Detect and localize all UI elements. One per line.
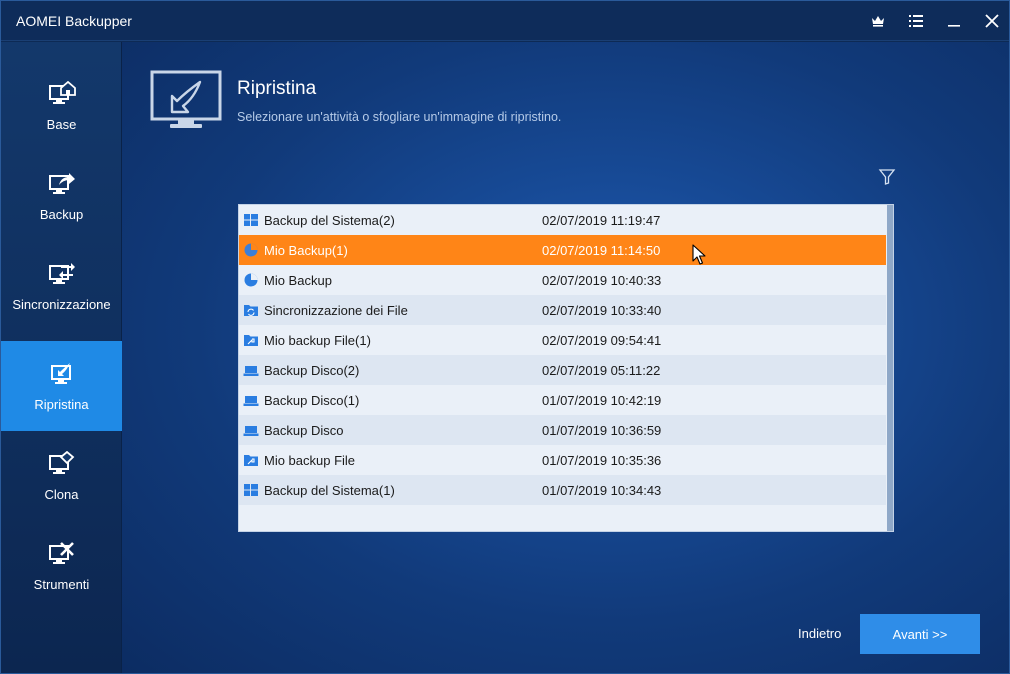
backup-task-list[interactable]: Backup del Sistema(2) 02/07/2019 11:19:47… xyxy=(238,204,894,532)
list-scrollbar[interactable] xyxy=(887,205,893,531)
backup-name: Backup Disco xyxy=(264,422,344,438)
tools-monitor-icon xyxy=(48,541,74,564)
table-row[interactable]: Mio Backup 02/07/2019 10:40:33 xyxy=(239,265,886,295)
sidebar-item-tools[interactable]: Strumenti xyxy=(1,521,122,611)
sync-monitor-icon xyxy=(48,262,75,284)
backup-name: Sincronizzazione dei File xyxy=(264,302,408,318)
table-row[interactable]: Backup del Sistema(1) 01/07/2019 10:34:43 xyxy=(239,475,886,505)
sidebar: Base Backup Sincronizzazione Ripristina … xyxy=(1,42,122,673)
disk-icon xyxy=(243,396,259,406)
sidebar-item-backup[interactable]: Backup xyxy=(1,151,122,241)
filter-icon[interactable] xyxy=(878,167,896,187)
backup-name: Mio Backup(1) xyxy=(264,242,348,258)
windows-icon xyxy=(244,484,258,496)
backup-date: 02/07/2019 11:14:50 xyxy=(542,242,661,258)
restore-monitor-icon xyxy=(50,362,71,384)
table-row[interactable]: Mio Backup(1) 02/07/2019 11:14:50 xyxy=(239,235,886,265)
sidebar-item-label: Ripristina xyxy=(34,396,89,412)
backup-date: 01/07/2019 10:35:36 xyxy=(542,452,662,468)
sidebar-item-sync[interactable]: Sincronizzazione xyxy=(1,241,122,331)
disk-icon xyxy=(243,366,259,376)
partition-backup-icon xyxy=(244,243,258,257)
title-bar: AOMEI Backupper xyxy=(1,1,1009,41)
table-row[interactable]: Backup del Sistema(2) 02/07/2019 11:19:47 xyxy=(239,205,886,235)
table-row[interactable]: Mio backup File 01/07/2019 10:35:36 xyxy=(239,445,886,475)
sidebar-item-base[interactable]: Base xyxy=(1,61,122,151)
backup-monitor-icon xyxy=(48,172,75,194)
sidebar-item-label: Base xyxy=(46,116,77,132)
backup-name: Backup del Sistema(2) xyxy=(264,212,395,228)
minimize-icon[interactable] xyxy=(941,9,967,33)
restore-header-icon xyxy=(150,70,222,128)
backup-date: 02/07/2019 11:19:47 xyxy=(542,212,661,228)
sidebar-item-label: Sincronizzazione xyxy=(12,296,111,312)
sidebar-item-label: Backup xyxy=(39,206,84,222)
app-window: AOMEI Backupper Base Backup Sincronizzaz… xyxy=(0,0,1010,674)
menu-icon[interactable] xyxy=(903,9,929,33)
page-subtitle: Selezionare un'attività o sfogliare un'i… xyxy=(237,110,562,124)
file-backup-folder-icon xyxy=(244,455,258,466)
backup-date: 02/07/2019 09:54:41 xyxy=(542,332,662,348)
sidebar-item-clone[interactable]: Clona xyxy=(1,431,122,521)
backup-name: Backup Disco(2) xyxy=(264,362,360,378)
page-title: Ripristina xyxy=(237,78,317,99)
backup-name: Backup del Sistema(1) xyxy=(264,482,395,498)
sidebar-item-restore[interactable]: Ripristina xyxy=(1,341,122,431)
backup-name: Mio backup File xyxy=(264,452,356,468)
table-row[interactable]: Mio backup File(1) 02/07/2019 09:54:41 xyxy=(239,325,886,355)
backup-name: Backup Disco(1) xyxy=(264,392,360,408)
partition-backup-icon xyxy=(244,273,258,287)
backup-date: 02/07/2019 10:40:33 xyxy=(542,272,662,288)
table-row[interactable]: Backup Disco(1) 01/07/2019 10:42:19 xyxy=(239,385,886,415)
sidebar-item-label: Clona xyxy=(44,486,79,502)
main-panel: Ripristina Selezionare un'attività o sfo… xyxy=(122,42,1009,673)
crown-icon[interactable] xyxy=(865,9,891,33)
back-button[interactable]: Indietro xyxy=(798,626,841,641)
app-title: AOMEI Backupper xyxy=(16,13,132,29)
table-row[interactable]: Sincronizzazione dei File 02/07/2019 10:3… xyxy=(239,295,886,325)
sync-folder-icon xyxy=(244,305,258,316)
backup-name: Mio Backup xyxy=(264,272,332,288)
table-row[interactable]: Backup Disco 01/07/2019 10:36:59 xyxy=(239,415,886,445)
backup-date: 02/07/2019 05:11:22 xyxy=(542,362,661,378)
disk-icon xyxy=(243,426,259,436)
clone-monitor-icon xyxy=(48,450,74,474)
home-monitor-icon xyxy=(48,80,76,104)
table-row[interactable]: Backup Disco(2) 02/07/2019 05:11:22 xyxy=(239,355,886,385)
next-button[interactable]: Avanti >> xyxy=(860,614,980,654)
file-backup-folder-icon xyxy=(244,335,258,346)
backup-date: 02/07/2019 10:33:40 xyxy=(542,302,662,318)
backup-date: 01/07/2019 10:42:19 xyxy=(542,392,662,408)
close-icon[interactable] xyxy=(979,9,1005,33)
sidebar-item-label: Strumenti xyxy=(33,576,90,592)
windows-icon xyxy=(244,214,258,226)
mouse-cursor-icon xyxy=(692,244,706,265)
backup-name: Mio backup File(1) xyxy=(264,332,371,348)
backup-date: 01/07/2019 10:36:59 xyxy=(542,422,662,438)
backup-date: 01/07/2019 10:34:43 xyxy=(542,482,662,498)
